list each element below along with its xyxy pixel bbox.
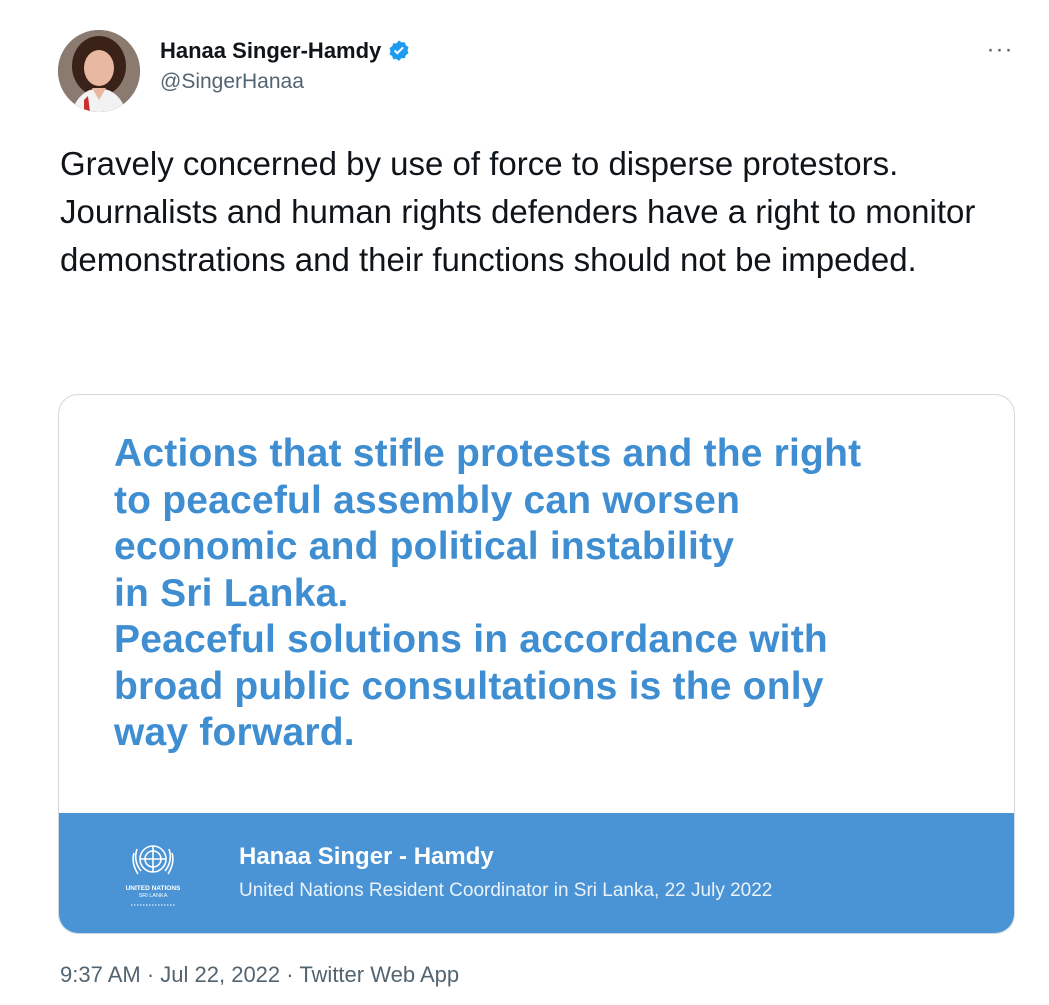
meta-separator: · [280, 962, 300, 987]
tweet-text: Gravely concerned by use of force to dis… [60, 140, 1020, 284]
quote-line: economic and political instability [114, 525, 735, 568]
author-name-row: Hanaa Singer-Hamdy [160, 36, 411, 66]
more-options-icon[interactable]: ··· [978, 36, 1022, 64]
author-handle[interactable]: @SingerHanaa [160, 70, 411, 94]
quote-line: Actions that stifle protests and the rig… [114, 432, 862, 475]
logo-text-line2: SRI LANKA [139, 893, 168, 899]
tweet-date[interactable]: Jul 22, 2022 [160, 962, 280, 987]
quote-line: to peaceful assembly can worsen [114, 478, 741, 522]
tweet-paragraph: Journalists and human rights defenders h… [60, 193, 976, 278]
author-block: Hanaa Singer-Hamdy @SingerHanaa [160, 36, 411, 94]
quote-line: way forward. [114, 711, 355, 754]
card-quote: Actions that stifle protests and the rig… [114, 431, 974, 757]
avatar[interactable] [58, 30, 140, 112]
meta-separator: · [140, 962, 161, 987]
media-card[interactable]: Actions that stifle protests and the rig… [58, 394, 1015, 934]
quote-line: broad public consultations is the only [114, 664, 824, 708]
un-emblem-icon: UNITED NATIONS SRI LANKA [103, 835, 203, 915]
profile-photo [58, 30, 140, 112]
tweet-time[interactable]: 9:37 AM [60, 962, 141, 987]
logo-text-line1: UNITED NATIONS [126, 885, 181, 892]
card-footer-name: Hanaa Singer - Hamdy [239, 843, 494, 870]
card-footer-subtitle: United Nations Resident Coordinator in S… [239, 880, 773, 901]
quote-line: Peaceful solutions in accordance with [114, 618, 828, 661]
author-display-name[interactable]: Hanaa Singer-Hamdy [160, 38, 381, 64]
card-footer: UNITED NATIONS SRI LANKA Hanaa Singer - … [59, 813, 1014, 933]
verified-badge-icon [387, 39, 411, 63]
tweet-timestamp: 9:37 AM · Jul 22, 2022 · Twitter Web App [60, 962, 459, 988]
quote-line: in Sri Lanka. [114, 571, 349, 615]
tweet-source[interactable]: Twitter Web App [299, 962, 459, 987]
tweet-paragraph: Gravely concerned by use of force to dis… [60, 145, 899, 182]
